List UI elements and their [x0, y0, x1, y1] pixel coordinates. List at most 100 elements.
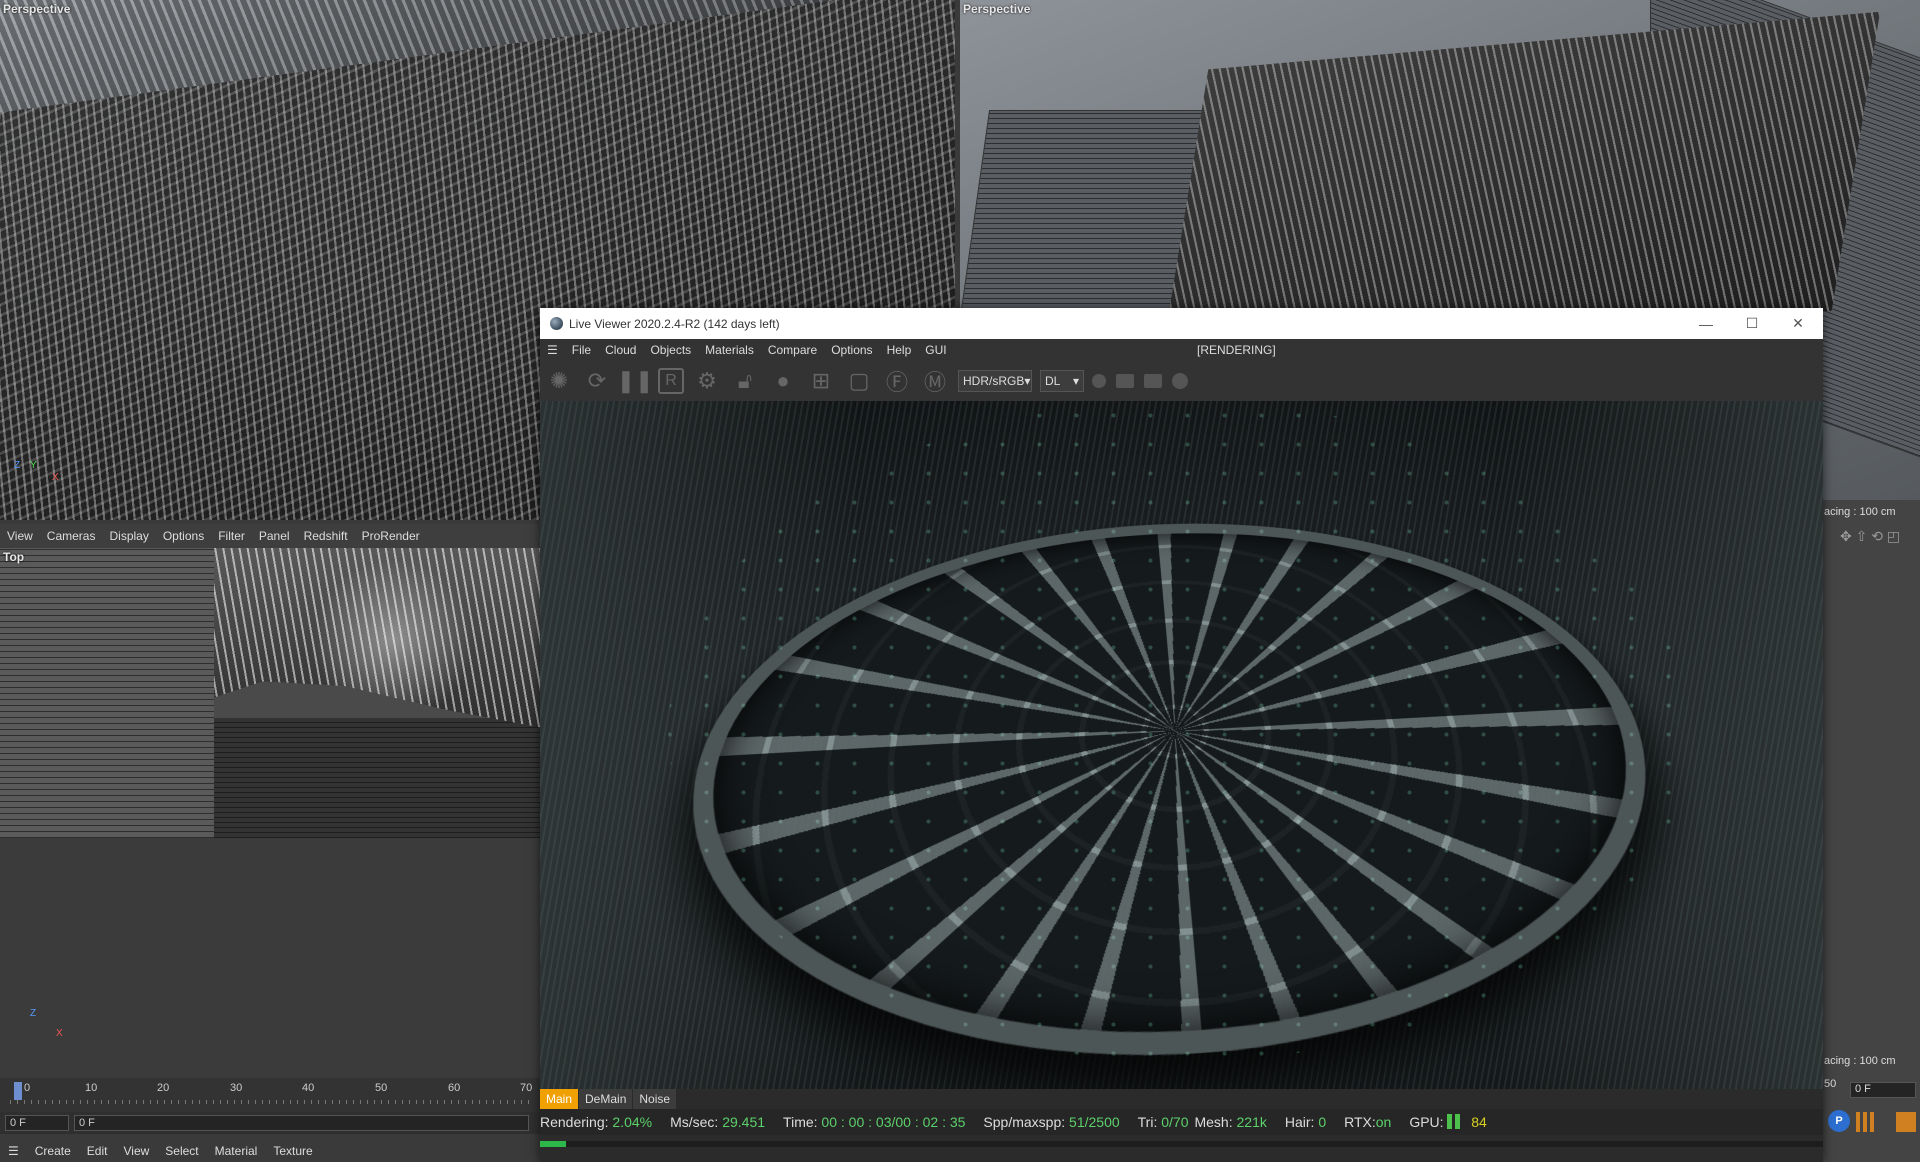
menu-options[interactable]: Options	[156, 529, 211, 543]
status-rtx: RTX:on	[1344, 1114, 1391, 1130]
menu-panel[interactable]: Panel	[252, 529, 297, 543]
viewport-label: Top	[3, 550, 25, 564]
menu-view[interactable]: View	[0, 529, 40, 543]
focus-pick-icon[interactable]: Ⓕ	[882, 366, 912, 396]
hexagon-icon[interactable]	[1092, 374, 1106, 388]
chevron-down-icon: ▾	[1072, 374, 1079, 388]
frame-field[interactable]: 0 F	[1850, 1082, 1916, 1098]
viewport-label: Perspective	[963, 2, 1031, 16]
clay-mode-icon[interactable]: ▢	[844, 366, 874, 396]
render-viewport[interactable]	[540, 401, 1823, 1089]
frame-range-field[interactable]: 0 F	[74, 1115, 529, 1131]
material-ball-icon[interactable]: ●	[768, 366, 798, 396]
pause-icon[interactable]: ❚❚	[617, 366, 654, 396]
menu-texture[interactable]: Texture	[265, 1144, 320, 1158]
status-mesh: Mesh: 221k	[1194, 1114, 1266, 1130]
empty-viewport[interactable]: Z X	[0, 838, 540, 1078]
axis-z-label: Z	[14, 460, 21, 471]
hamburger-icon[interactable]: ☰	[540, 343, 565, 357]
label: Tri:	[1137, 1114, 1158, 1130]
status-hair: Hair: 0	[1285, 1114, 1326, 1130]
menu-redshift[interactable]: Redshift	[297, 529, 355, 543]
grid-object	[0, 548, 214, 838]
menu-cloud[interactable]: Cloud	[598, 343, 643, 357]
restart-icon[interactable]: ⟳	[582, 366, 612, 396]
grid-object	[214, 718, 540, 838]
menu-edit[interactable]: Edit	[79, 1144, 116, 1158]
current-frame-field[interactable]: 0 F	[5, 1115, 69, 1131]
axis-y-label: Y	[30, 460, 37, 471]
render-pass-tabs: Main DeMain Noise	[540, 1089, 678, 1109]
tab-demain[interactable]: DeMain	[579, 1089, 634, 1109]
add-region-icon[interactable]: ⊞	[806, 366, 836, 396]
label: Ms/sec:	[670, 1114, 719, 1130]
tick-label: 50	[375, 1082, 388, 1094]
tab-noise[interactable]: Noise	[633, 1089, 678, 1109]
color-space-select[interactable]: HDR/sRGB ▾	[958, 370, 1032, 392]
menu-materials[interactable]: Materials	[698, 343, 761, 357]
menu-file[interactable]: File	[565, 343, 598, 357]
minimize-icon[interactable]: —	[1683, 308, 1729, 339]
label: Rendering:	[540, 1114, 609, 1130]
menu-filter[interactable]: Filter	[211, 529, 252, 543]
film-strip-icon[interactable]	[1116, 374, 1134, 388]
value: 84	[1471, 1114, 1487, 1130]
prorender-icon[interactable]: P	[1828, 1110, 1850, 1132]
app-logo-icon	[550, 317, 563, 330]
title-bar[interactable]: Live Viewer 2020.2.4-R2 (142 days left) …	[540, 308, 1823, 339]
menu-compare[interactable]: Compare	[761, 343, 824, 357]
menu-help[interactable]: Help	[880, 343, 919, 357]
tick-label: 30	[230, 1082, 243, 1094]
kernel-mode-select[interactable]: DL ▾	[1040, 370, 1084, 392]
menu-gui[interactable]: GUI	[918, 343, 953, 357]
camera-icon[interactable]	[1144, 374, 1162, 388]
value: 51/2500	[1069, 1114, 1120, 1130]
menu-display[interactable]: Display	[102, 529, 155, 543]
value: 0	[1318, 1114, 1327, 1130]
material-pick-icon[interactable]: Ⓜ	[920, 366, 950, 396]
region-render-icon[interactable]: R	[658, 368, 684, 394]
value: 221k	[1236, 1114, 1267, 1130]
tab-main[interactable]: Main	[540, 1089, 580, 1109]
viewport-top[interactable]: Top	[0, 548, 540, 838]
live-viewer-window: Live Viewer 2020.2.4-R2 (142 days left) …	[540, 308, 1823, 1162]
maximize-icon[interactable]: ☐	[1729, 308, 1775, 339]
grid-spacing-label: acing : 100 cm	[1824, 506, 1896, 518]
close-icon[interactable]: ✕	[1775, 308, 1821, 339]
tick-label: 40	[302, 1082, 315, 1094]
timeline-ticks: 0 10 20 30 40 50 60 70	[10, 1082, 535, 1102]
menu-cameras[interactable]: Cameras	[40, 529, 103, 543]
menu-options[interactable]: Options	[824, 343, 879, 357]
render-state: [RENDERING]	[1197, 343, 1276, 357]
lock-icon[interactable]: 🔓︎	[730, 366, 760, 396]
menu-objects[interactable]: Objects	[643, 343, 698, 357]
sphere-icon[interactable]	[1172, 373, 1188, 389]
axis-z-label: Z	[30, 1008, 37, 1019]
menu-icon[interactable]: ☰	[0, 1144, 27, 1158]
menu-prorender[interactable]: ProRender	[355, 529, 427, 543]
kernel-mode-value: DL	[1045, 374, 1061, 388]
menu-material[interactable]: Material	[207, 1144, 266, 1158]
film-icon[interactable]	[1896, 1112, 1916, 1132]
nav-icons[interactable]: ✥ ⇧ ⟲ ◰	[1840, 528, 1900, 545]
material-menu-bar: ☰ Create Edit View Select Material Textu…	[0, 1140, 540, 1162]
gpu-bar-icon	[1454, 1114, 1460, 1129]
menu-select[interactable]: Select	[157, 1144, 206, 1158]
glow-particles	[668, 401, 1695, 1062]
menu-create[interactable]: Create	[27, 1144, 79, 1158]
label: Spp/maxspp:	[983, 1114, 1066, 1130]
settings-gear-icon[interactable]: ⚙	[692, 366, 722, 396]
value: 00 : 00 : 03/00 : 02 : 35	[821, 1114, 966, 1130]
send-scene-icon[interactable]: ✺	[544, 366, 574, 396]
label: Hair:	[1284, 1114, 1315, 1130]
viewport-label: Perspective	[3, 2, 71, 16]
tick-label: 50	[1824, 1078, 1837, 1090]
axis-x-label: X	[52, 472, 59, 483]
grid-icon[interactable]	[1856, 1112, 1876, 1132]
gpu-bar-icon	[1446, 1114, 1452, 1129]
playhead[interactable]	[14, 1082, 22, 1100]
timeline-ruler[interactable]	[10, 1100, 535, 1104]
menu-view[interactable]: View	[115, 1144, 157, 1158]
progress-fill	[540, 1141, 567, 1147]
chevron-down-icon: ▾	[1024, 374, 1031, 388]
